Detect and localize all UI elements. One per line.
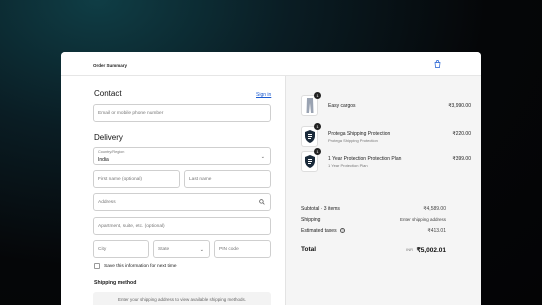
- sign-in-link[interactable]: Sign in: [256, 92, 271, 98]
- total-currency: INR: [406, 247, 413, 252]
- item-price: ₹220.00: [452, 131, 471, 137]
- pin-code-field[interactable]: PIN code: [214, 240, 271, 258]
- item-subtitle: 1 Year Protection Plan: [328, 163, 368, 168]
- pin-code-placeholder: PIN code: [219, 247, 239, 252]
- total-label: Total: [301, 246, 317, 253]
- country-value: India: [98, 157, 109, 163]
- order-summary-toggle[interactable]: Order Summary: [93, 63, 127, 68]
- contact-heading: Contact: [94, 89, 122, 98]
- country-select[interactable]: Country/Region India ⌄: [93, 147, 271, 165]
- chevron-down-icon: ⌄: [199, 247, 204, 253]
- last-name-placeholder: Last name: [189, 177, 212, 182]
- country-label: Country/Region: [98, 150, 125, 154]
- last-name-field[interactable]: Last name: [184, 170, 271, 188]
- summary-item: 1 Easy cargos ₹3,990.00: [301, 92, 471, 119]
- shipping-value: Enter shipping address: [399, 217, 446, 222]
- quantity-badge: 1: [314, 123, 321, 130]
- taxes-label: Estimated taxes: [301, 228, 337, 234]
- quantity-badge: 1: [314, 148, 321, 155]
- item-subtitle: Protega Shipping Protection: [328, 138, 378, 143]
- item-price: ₹3,990.00: [448, 103, 471, 109]
- checkout-form: Contact Sign in Email or mobile phone nu…: [61, 76, 285, 305]
- subtotal-value: ₹4,589.00: [423, 206, 446, 212]
- email-placeholder: Email or mobile phone number: [98, 111, 164, 116]
- shipping-label: Shipping: [301, 217, 321, 223]
- checkout-window: Order Summary Contact Sign in Email or m…: [61, 52, 481, 305]
- taxes-row: Estimated taxes ? ₹413.01: [301, 228, 446, 234]
- shipping-row: Shipping Enter shipping address: [301, 217, 446, 223]
- item-name: Protega Shipping Protection: [328, 131, 391, 137]
- shipping-notice-text: Enter your shipping address to view avai…: [117, 297, 247, 302]
- shopping-bag-icon[interactable]: [434, 60, 441, 68]
- first-name-placeholder: First name (optional): [98, 177, 142, 182]
- address-placeholder: Address: [98, 200, 116, 205]
- shield-icon: [305, 155, 315, 168]
- total-row: Total INR ₹5,002.01: [301, 246, 446, 254]
- subtotal-label: Subtotal · 3 items: [301, 206, 340, 212]
- total-value: ₹5,002.01: [416, 247, 446, 254]
- item-name: 1 Year Protection Protection Plan: [328, 156, 402, 162]
- info-icon[interactable]: ?: [339, 228, 345, 233]
- order-summary-panel: 1 Easy cargos ₹3,990.00 1 Protega Shippi…: [285, 76, 481, 305]
- save-info-label: Save this information for next time: [104, 264, 177, 269]
- chevron-down-icon: ⌄: [260, 154, 265, 160]
- item-price: ₹399.00: [452, 156, 471, 162]
- state-select[interactable]: State ⌄: [153, 240, 210, 258]
- delivery-heading: Delivery: [94, 133, 123, 142]
- email-field[interactable]: Email or mobile phone number: [93, 104, 271, 122]
- apartment-field[interactable]: Apartment, suite, etc. (optional): [93, 217, 271, 235]
- state-placeholder: State: [158, 247, 170, 252]
- shipping-method-notice: Enter your shipping address to view avai…: [93, 292, 271, 305]
- quantity-badge: 1: [314, 92, 321, 99]
- summary-item: 1 1 Year Protection Protection Plan 1 Ye…: [301, 148, 471, 175]
- first-name-field[interactable]: First name (optional): [93, 170, 180, 188]
- shipping-method-heading: Shipping method: [94, 280, 137, 286]
- cargo-pants-icon: [306, 98, 314, 113]
- city-field[interactable]: City: [93, 240, 149, 258]
- subtotal-row: Subtotal · 3 items ₹4,589.00: [301, 206, 446, 212]
- address-field[interactable]: Address: [93, 193, 271, 211]
- apartment-placeholder: Apartment, suite, etc. (optional): [98, 224, 165, 229]
- save-info-checkbox[interactable]: [94, 263, 100, 269]
- item-name: Easy cargos: [328, 103, 356, 109]
- search-icon: [259, 199, 265, 205]
- top-bar: Order Summary: [61, 52, 481, 76]
- city-placeholder: City: [98, 247, 107, 252]
- summary-item: 1 Protega Shipping Protection Protega Sh…: [301, 123, 471, 150]
- taxes-value: ₹413.01: [427, 228, 446, 234]
- shield-icon: [305, 130, 315, 143]
